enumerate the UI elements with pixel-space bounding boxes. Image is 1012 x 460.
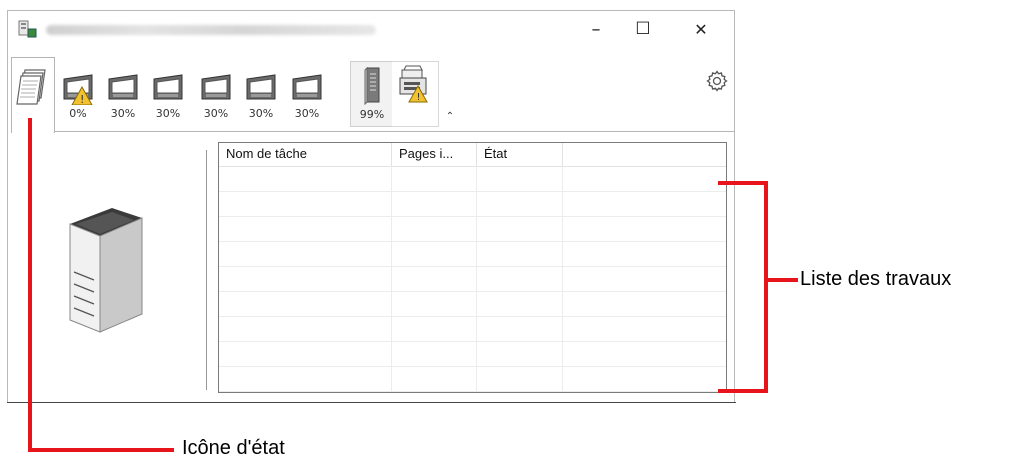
tray-level-label: 0%: [69, 107, 87, 120]
callout-leader-status-vertical: [28, 118, 32, 452]
close-icon: ✕: [694, 19, 708, 39]
printer-app-icon: [18, 20, 37, 38]
paper-tray-icon: [108, 74, 138, 100]
svg-text:!: !: [417, 92, 421, 103]
paper-tray-icon: [246, 74, 276, 100]
title-bar: – ☐ ✕: [8, 11, 734, 47]
tray-level-label: 30%: [248, 107, 274, 120]
paper-tray-6[interactable]: 30%: [289, 65, 325, 125]
minimize-button[interactable]: –: [573, 11, 619, 47]
callout-leader-status-horizontal: [28, 448, 174, 452]
table-row[interactable]: [219, 341, 726, 367]
toner-status[interactable]: 99%: [350, 61, 394, 127]
chevron-up-icon: ⌃: [445, 111, 455, 122]
gear-icon[interactable]: [705, 69, 729, 93]
table-row[interactable]: [219, 166, 726, 192]
table-row[interactable]: [219, 216, 726, 242]
table-row[interactable]: [219, 316, 726, 342]
pane-divider[interactable]: [206, 150, 207, 390]
column-header-job-name[interactable]: Nom de tâche: [219, 143, 392, 166]
window-title-blurred: [46, 25, 376, 35]
job-stack-icon: [16, 69, 46, 105]
close-button[interactable]: ✕: [678, 11, 724, 47]
collapse-toolbar-button[interactable]: ⌃: [442, 111, 458, 125]
table-row[interactable]: [219, 366, 726, 392]
paper-tray-1[interactable]: ! 0%: [60, 65, 96, 125]
paper-tray-2[interactable]: 30%: [105, 65, 141, 125]
callout-bracket-vertical: [764, 181, 768, 393]
table-row[interactable]: [219, 241, 726, 267]
callout-bracket-bottom: [718, 389, 768, 393]
paper-tray-4[interactable]: 30%: [198, 65, 234, 125]
callout-status-icon-label: Icône d'état: [182, 437, 285, 459]
callout-job-list-label: Liste des travaux: [800, 268, 952, 290]
tab-strip-line: [54, 131, 734, 132]
printer-warning-icon: !: [399, 65, 428, 103]
toner-level-label: 99%: [359, 108, 385, 121]
tray-level-label: 30%: [155, 107, 181, 120]
callout-bracket-top: [718, 181, 768, 185]
callout-leader-job-list: [764, 278, 798, 282]
column-header-pages[interactable]: Pages i...: [392, 143, 477, 166]
tray-level-label: 30%: [203, 107, 229, 120]
paper-tray-icon: [292, 74, 322, 100]
toner-cartridge-icon: [364, 66, 380, 106]
maximize-button[interactable]: ☐: [620, 11, 666, 47]
status-toolbar: 99% ! ⌃ ! 0% 30% 30% 30% 30% 30%: [8, 47, 734, 141]
paper-tray-5[interactable]: 30%: [243, 65, 279, 125]
paper-tray-3[interactable]: 30%: [150, 65, 186, 125]
window-bottom-edge: [7, 402, 736, 403]
table-row[interactable]: [219, 266, 726, 292]
column-header-status[interactable]: État: [477, 143, 563, 166]
printer-illustration: [69, 208, 143, 333]
job-list-header: Nom de tâche Pages i... État: [219, 143, 726, 167]
svg-text:!: !: [80, 93, 84, 105]
paper-tray-icon: [153, 74, 183, 100]
maximize-icon: ☐: [635, 19, 651, 39]
table-row[interactable]: [219, 191, 726, 217]
job-list[interactable]: Nom de tâche Pages i... État: [218, 142, 727, 393]
paper-tray-icon: !: [63, 74, 93, 105]
minimize-icon: –: [591, 18, 601, 40]
tab-status-icon[interactable]: [11, 57, 55, 133]
device-status[interactable]: !: [392, 61, 439, 127]
tray-level-label: 30%: [110, 107, 136, 120]
table-row[interactable]: [219, 291, 726, 317]
paper-tray-icon: [201, 74, 231, 100]
tray-level-label: 30%: [294, 107, 320, 120]
